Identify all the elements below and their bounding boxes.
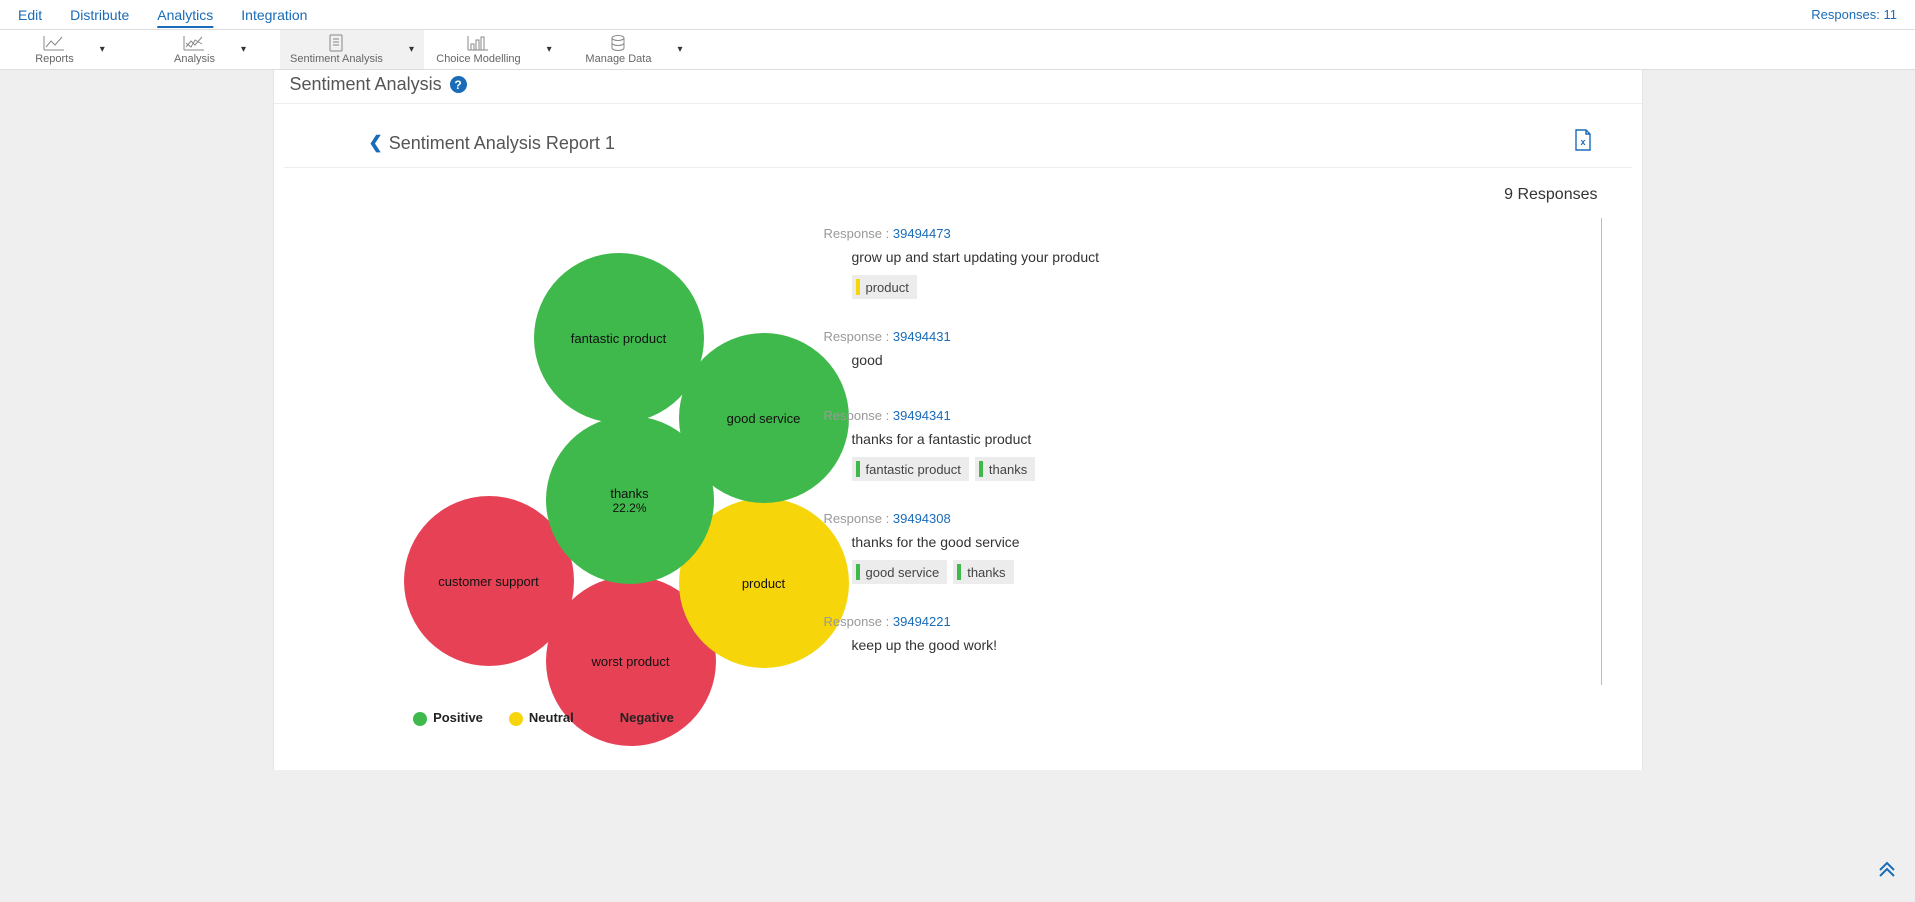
tab-distribute[interactable]: Distribute	[70, 3, 129, 27]
response-prefix: Response :	[824, 408, 893, 423]
responses-panel: 9 Responses Response : 39494473grow up a…	[804, 178, 1632, 738]
response-text: good	[824, 344, 1595, 378]
response-id-link[interactable]: 39494473	[893, 226, 951, 241]
responses-count-label: 9 Responses	[824, 178, 1602, 218]
tag-row: product	[824, 275, 1595, 299]
bubble-label: worst product	[591, 654, 669, 669]
response-header: Response : 39494341	[824, 408, 1595, 423]
bubble-percent: 22.2%	[612, 501, 646, 515]
response-item: Response : 39494431good	[824, 321, 1595, 400]
response-text: thanks for the good service	[824, 526, 1595, 560]
tab-edit[interactable]: Edit	[18, 3, 42, 27]
tag-sentiment-bar	[856, 564, 860, 580]
multi-line-chart-icon	[183, 34, 205, 52]
legend-negative: Negative	[600, 710, 674, 726]
response-id-link[interactable]: 39494221	[893, 614, 951, 629]
bubble-label: good service	[727, 411, 801, 426]
line-chart-icon	[43, 34, 65, 52]
bubble-chart: worst product product customer support than…	[284, 178, 804, 738]
responses-list[interactable]: Response : 39494473grow up and start upd…	[824, 218, 1602, 685]
tag-label: thanks	[967, 565, 1005, 580]
bubble-label: product	[742, 576, 785, 591]
tag-label: good service	[866, 565, 940, 580]
tag-label: product	[866, 280, 909, 295]
response-id-link[interactable]: 39494341	[893, 408, 951, 423]
response-header: Response : 39494308	[824, 511, 1595, 526]
export-excel-icon[interactable]: x	[1574, 129, 1602, 157]
tag-row: good service thanks	[824, 560, 1595, 584]
tag-label: thanks	[989, 462, 1027, 477]
tag-sentiment-bar	[856, 461, 860, 477]
response-item: Response : 39494308thanks for the good s…	[824, 503, 1595, 606]
page-body: Sentiment Analysis ? ❮ Sentiment Analysi…	[0, 70, 1915, 902]
database-icon	[607, 34, 629, 52]
bubble-fantastic-product[interactable]: fantastic product	[534, 253, 704, 423]
scroll-to-top-icon[interactable]	[1877, 858, 1897, 884]
response-item: Response : 39494341thanks for a fantasti…	[824, 400, 1595, 503]
tag-sentiment-bar	[957, 564, 961, 580]
analytics-toolbar: Reports ▾ Analysis ▾ Sentiment Analysis …	[0, 30, 1915, 70]
sentiment-tag[interactable]: fantastic product	[852, 457, 969, 481]
help-icon[interactable]: ?	[450, 76, 467, 93]
response-id-link[interactable]: 39494308	[893, 511, 951, 526]
content-card: Sentiment Analysis ? ❮ Sentiment Analysi…	[273, 70, 1643, 770]
sentiment-tag[interactable]: good service	[852, 560, 948, 584]
chevron-down-icon: ▾	[677, 44, 682, 55]
bubble-label: customer support	[438, 574, 538, 589]
response-text: thanks for a fantastic product	[824, 423, 1595, 457]
report-title: Sentiment Analysis Report 1	[389, 133, 615, 154]
page-title-row: Sentiment Analysis ?	[274, 70, 1642, 104]
response-item: Response : 39494221keep up the good work…	[824, 606, 1595, 685]
response-header: Response : 39494221	[824, 614, 1595, 629]
toolbar-manage-data[interactable]: Manage Data ▾	[564, 30, 704, 69]
tag-row: fantastic product thanks	[824, 457, 1595, 481]
chart-legend: Positive Neutral Negative	[284, 710, 804, 726]
legend-neutral: Neutral	[509, 710, 574, 726]
response-id-link[interactable]: 39494431	[893, 329, 951, 344]
report-header: ❮ Sentiment Analysis Report 1 x	[284, 104, 1632, 168]
response-prefix: Response :	[824, 511, 893, 526]
tag-sentiment-bar	[856, 279, 860, 295]
tag-label: fantastic product	[866, 462, 961, 477]
chevron-down-icon: ▾	[409, 44, 414, 55]
legend-positive: Positive	[413, 710, 483, 726]
toolbar-sentiment-label: Sentiment Analysis	[290, 53, 383, 65]
tab-integration[interactable]: Integration	[241, 3, 307, 27]
chevron-down-icon: ▾	[100, 44, 105, 55]
tag-sentiment-bar	[979, 461, 983, 477]
response-text: keep up the good work!	[824, 629, 1595, 663]
sentiment-tag[interactable]: thanks	[975, 457, 1035, 481]
response-header: Response : 39494473	[824, 226, 1595, 241]
response-header: Response : 39494431	[824, 329, 1595, 344]
toolbar-choice[interactable]: Choice Modelling ▾	[424, 30, 564, 69]
toolbar-manage-label: Manage Data	[585, 53, 651, 65]
response-prefix: Response :	[824, 226, 893, 241]
response-item: Response : 39494473grow up and start upd…	[824, 218, 1595, 321]
bar-chart-icon	[467, 34, 489, 52]
page-title: Sentiment Analysis	[290, 74, 442, 95]
chevron-down-icon: ▾	[547, 44, 552, 55]
svg-text:x: x	[1580, 137, 1585, 147]
response-prefix: Response :	[824, 329, 893, 344]
sentiment-tag[interactable]: thanks	[953, 560, 1013, 584]
toolbar-analysis-label: Analysis	[174, 53, 215, 65]
toolbar-analysis[interactable]: Analysis ▾	[140, 30, 280, 69]
response-prefix: Response :	[824, 614, 893, 629]
toolbar-choice-label: Choice Modelling	[436, 53, 520, 65]
toolbar-reports-label: Reports	[35, 53, 74, 65]
tab-analytics[interactable]: Analytics	[157, 3, 213, 27]
sentiment-tag[interactable]: product	[852, 275, 917, 299]
toolbar-sentiment[interactable]: Sentiment Analysis ▾	[280, 30, 424, 69]
toolbar-reports[interactable]: Reports ▾	[0, 30, 140, 69]
document-icon	[325, 34, 347, 52]
bubble-label: fantastic product	[571, 331, 666, 346]
responses-count[interactable]: Responses: 11	[1811, 7, 1897, 22]
top-tabs: Edit Distribute Analytics Integration Re…	[0, 0, 1915, 30]
back-icon[interactable]: ❮	[369, 133, 383, 153]
chevron-down-icon: ▾	[241, 44, 246, 55]
bubble-label: thanks	[610, 486, 648, 501]
response-text: grow up and start updating your product	[824, 241, 1595, 275]
